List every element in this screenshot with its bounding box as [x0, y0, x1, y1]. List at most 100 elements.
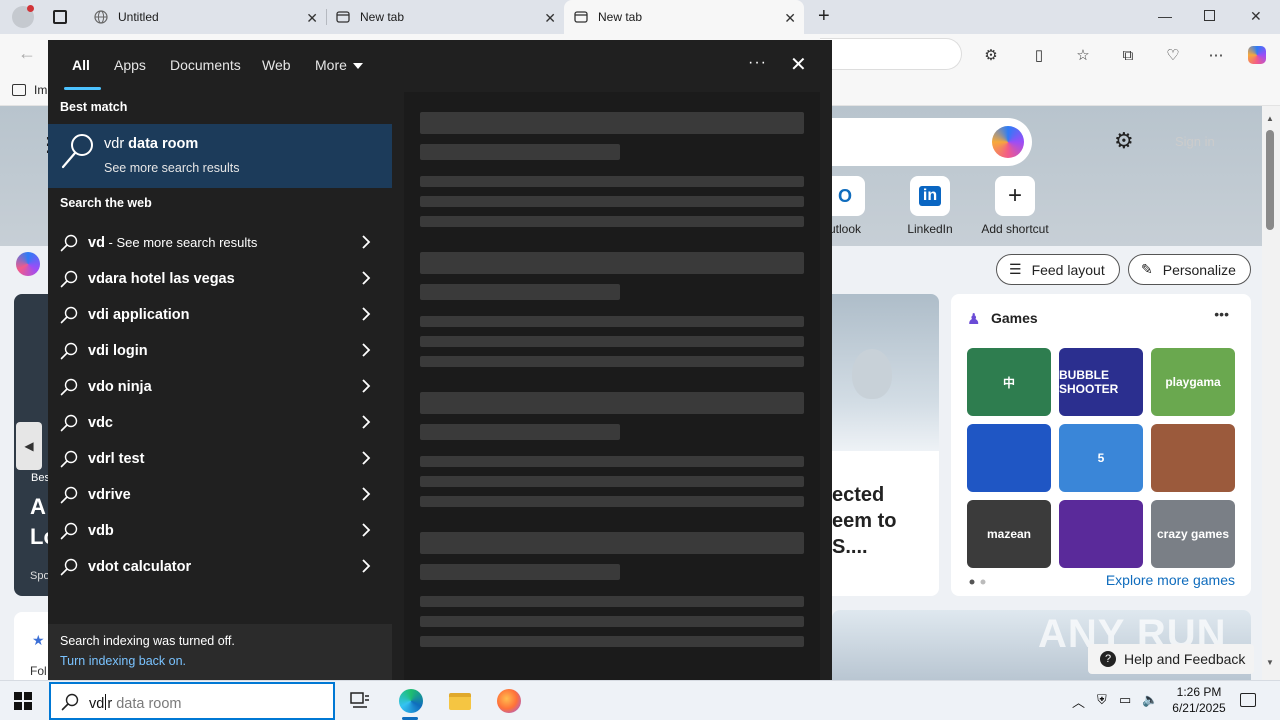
- web-suggestion-item[interactable]: vdara hotel las vegas: [48, 260, 392, 296]
- profile-avatar[interactable]: [12, 5, 34, 28]
- tab-apps[interactable]: Apps: [114, 57, 146, 73]
- show-hidden-icons-icon[interactable]: ︿: [1072, 692, 1085, 711]
- network-icon[interactable]: ▭: [1119, 692, 1131, 708]
- favorites-icon[interactable]: ☆: [1072, 44, 1094, 66]
- notifications-icon[interactable]: [1240, 693, 1256, 707]
- browser-essentials-icon[interactable]: ♡: [1162, 44, 1184, 66]
- best-match-heading: Best match: [60, 100, 128, 114]
- feed-layout-button[interactable]: ☰ Feed layout: [996, 254, 1120, 285]
- game-tile-playgama-car[interactable]: playgama: [1151, 348, 1235, 416]
- shortcut-add[interactable]: + Add shortcut: [970, 176, 1060, 236]
- volume-icon[interactable]: 🔈: [1142, 692, 1158, 708]
- best-match-item[interactable]: vdr data room See more search results: [48, 124, 392, 188]
- web-suggestion-item[interactable]: vdrive: [48, 476, 392, 512]
- scroll-down-icon[interactable]: ▼: [1266, 658, 1274, 667]
- chevron-right-icon[interactable]: [360, 486, 372, 502]
- page-settings-icon[interactable]: ⚙: [1114, 128, 1134, 154]
- web-suggestion-item[interactable]: vdrl test: [48, 440, 392, 476]
- tab-more[interactable]: More: [315, 57, 363, 73]
- tab-new-tab[interactable]: New tab ✕: [326, 0, 564, 34]
- loading-placeholder-bar: [420, 196, 804, 207]
- windows-start-icon[interactable]: [14, 692, 32, 710]
- web-suggestion-item[interactable]: vdi application: [48, 296, 392, 332]
- tab-untitled[interactable]: Untitled ✕: [84, 0, 326, 34]
- close-icon[interactable]: ✕: [790, 52, 807, 77]
- chevron-right-icon[interactable]: [360, 270, 372, 286]
- chevron-right-icon[interactable]: [360, 558, 372, 574]
- web-suggestion-item[interactable]: vd - See more search results: [48, 224, 392, 260]
- close-window-icon[interactable]: ✕: [1250, 8, 1262, 25]
- loading-placeholder-bar: [420, 392, 804, 414]
- game-tile-racing[interactable]: crazy games: [1151, 500, 1235, 568]
- game-tile-girl-puzzle[interactable]: [1151, 424, 1235, 492]
- carousel-prev-icon[interactable]: ◀: [16, 422, 42, 470]
- copilot-icon[interactable]: [1246, 44, 1268, 66]
- favorites-item[interactable]: Im: [34, 83, 47, 97]
- loading-placeholder-bar: [420, 596, 804, 607]
- help-and-feedback-button[interactable]: ? Help and Feedback: [1088, 644, 1254, 674]
- copilot-icon[interactable]: [992, 126, 1024, 158]
- game-tile-water-sort[interactable]: [1059, 500, 1143, 568]
- new-tab-plus-icon[interactable]: +: [818, 5, 830, 28]
- chevron-right-icon[interactable]: [360, 450, 372, 466]
- task-view-icon[interactable]: [346, 687, 374, 715]
- web-suggestion-item[interactable]: vdi login: [48, 332, 392, 368]
- sign-in-link[interactable]: Sign in: [1175, 134, 1215, 149]
- close-tab-icon[interactable]: ✕: [544, 10, 556, 27]
- security-icon[interactable]: ⛨: [1097, 692, 1107, 708]
- suggestion-label: vdot calculator: [88, 559, 191, 575]
- explore-more-games-link[interactable]: Explore more games: [1106, 572, 1235, 588]
- system-clock[interactable]: 1:26 PM 6/21/2025: [1168, 684, 1230, 716]
- tab-web[interactable]: Web: [262, 57, 291, 73]
- scrollbar-thumb[interactable]: [1266, 130, 1274, 230]
- game-tile-mahjong[interactable]: 中: [967, 348, 1051, 416]
- web-suggestion-item[interactable]: vdo ninja: [48, 368, 392, 404]
- more-options-icon[interactable]: ···: [748, 54, 767, 72]
- scroll-up-icon[interactable]: ▲: [1266, 114, 1274, 123]
- extensions-icon[interactable]: ⚙: [980, 44, 1002, 66]
- follow-label: Fol: [30, 664, 47, 678]
- chevron-right-icon[interactable]: [360, 306, 372, 322]
- chevron-right-icon[interactable]: [360, 378, 372, 394]
- loading-placeholder-bar: [420, 476, 804, 487]
- close-tab-icon[interactable]: ✕: [784, 10, 796, 27]
- page-scrollbar[interactable]: ▲ ▼: [1262, 106, 1280, 680]
- more-options-icon[interactable]: •••: [1214, 306, 1229, 322]
- tab-documents[interactable]: Documents: [170, 57, 241, 73]
- web-suggestion-item[interactable]: vdot calculator: [48, 548, 392, 584]
- turn-indexing-on-link[interactable]: Turn indexing back on.: [60, 654, 186, 668]
- minimize-icon[interactable]: —: [1158, 8, 1172, 24]
- suggestion-label: vdi application: [88, 307, 190, 323]
- card-source: Spo: [30, 570, 50, 582]
- web-suggestion-item[interactable]: vdb: [48, 512, 392, 548]
- split-screen-icon[interactable]: ▯: [1028, 44, 1050, 66]
- game-tile-block-puzzle[interactable]: [967, 424, 1051, 492]
- restore-icon[interactable]: [1204, 10, 1215, 21]
- address-bar[interactable]: [820, 38, 962, 70]
- taskbar-search-input[interactable]: vd r data room: [49, 682, 335, 720]
- chevron-right-icon[interactable]: [360, 414, 372, 430]
- personalize-button[interactable]: ✎ Personalize: [1128, 254, 1251, 285]
- edge-icon[interactable]: [397, 687, 425, 715]
- close-tab-icon[interactable]: ✕: [306, 10, 318, 27]
- chevron-right-icon[interactable]: [360, 234, 372, 250]
- tab-new-tab-active[interactable]: New tab ✕: [564, 0, 804, 34]
- game-tile-mazean[interactable]: mazean: [967, 500, 1051, 568]
- back-icon[interactable]: ←: [18, 43, 36, 64]
- game-tile-bubble-shooter[interactable]: BUBBLE SHOOTER: [1059, 348, 1143, 416]
- collections-icon[interactable]: ⧉: [1117, 44, 1139, 66]
- tab-all[interactable]: All: [72, 57, 90, 73]
- chevron-right-icon[interactable]: [360, 522, 372, 538]
- chevron-right-icon[interactable]: [360, 342, 372, 358]
- shortcut-linkedin[interactable]: in LinkedIn: [885, 176, 975, 236]
- settings-more-icon[interactable]: ⋯: [1205, 44, 1227, 66]
- indexing-notice-text: Search indexing was turned off.: [60, 634, 235, 648]
- loading-placeholder-bar: [420, 356, 804, 367]
- game-tile-shark-5[interactable]: 5: [1059, 424, 1143, 492]
- tab-actions-icon[interactable]: [53, 10, 67, 24]
- news-card[interactable]: ected eem to S....: [832, 294, 939, 596]
- loading-placeholder-bar: [420, 424, 620, 440]
- web-suggestion-item[interactable]: vdc: [48, 404, 392, 440]
- firefox-icon[interactable]: [495, 687, 523, 715]
- file-explorer-icon[interactable]: [446, 687, 474, 715]
